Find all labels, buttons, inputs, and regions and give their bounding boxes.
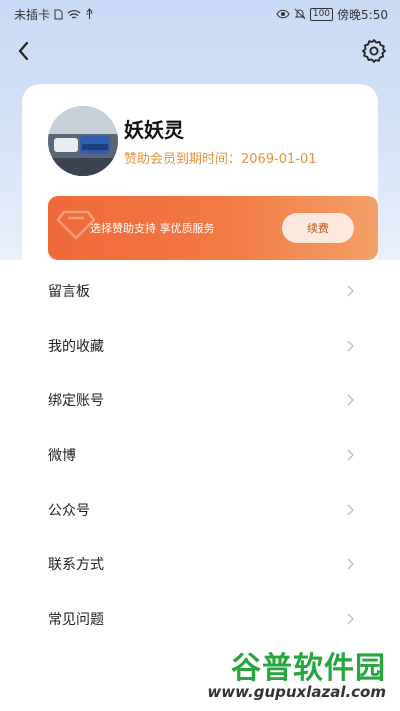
sim-icon bbox=[54, 9, 63, 20]
clock-text: 傍晚5:50 bbox=[337, 7, 388, 22]
banner-text: 选择赞助支持 享优质服务 bbox=[90, 222, 215, 235]
menu-item-faq[interactable]: 常见问题 bbox=[0, 592, 400, 647]
menu-item-label: 我的收藏 bbox=[48, 338, 104, 355]
gear-icon bbox=[362, 39, 386, 63]
usb-icon bbox=[85, 8, 94, 20]
chevron-right-icon bbox=[347, 613, 354, 625]
back-button[interactable] bbox=[12, 38, 38, 64]
status-left: 未插卡 bbox=[14, 6, 94, 23]
avatar[interactable] bbox=[48, 106, 118, 176]
menu-list: 留言板 我的收藏 绑定账号 微博 公众号 联系方式 常见问题 bbox=[0, 264, 400, 647]
battery-indicator: 100 bbox=[309, 7, 334, 21]
chevron-right-icon bbox=[347, 558, 354, 570]
menu-item-weibo[interactable]: 微博 bbox=[0, 428, 400, 483]
membership-expiry: 赞助会员到期时间：2069-01-01 bbox=[124, 152, 317, 167]
menu-item-label: 微博 bbox=[48, 448, 76, 465]
top-nav bbox=[0, 32, 400, 72]
carrier-text: 未插卡 bbox=[14, 7, 51, 22]
watermark-title: 谷普软件园 bbox=[231, 651, 386, 686]
menu-item-message-board[interactable]: 留言板 bbox=[0, 264, 400, 319]
menu-item-label: 公众号 bbox=[48, 502, 90, 519]
chevron-right-icon bbox=[347, 340, 354, 352]
settings-button[interactable] bbox=[360, 37, 388, 65]
menu-item-label: 联系方式 bbox=[48, 557, 104, 574]
menu-item-label: 常见问题 bbox=[48, 611, 104, 628]
menu-item-favorites[interactable]: 我的收藏 bbox=[0, 319, 400, 374]
renew-button[interactable]: 续费 bbox=[282, 213, 354, 243]
menu-item-label: 绑定账号 bbox=[48, 393, 104, 410]
chevron-right-icon bbox=[347, 395, 354, 406]
status-bar: 未插卡 100 傍晚5:50 bbox=[0, 0, 400, 28]
watermark-url: www.gupuxlazal.com bbox=[207, 683, 386, 701]
sponsor-banner[interactable]: 选择赞助支持 享优质服务 续费 bbox=[48, 196, 378, 260]
watermark: 谷普软件园 www.gupuxlazal.com bbox=[200, 643, 386, 707]
menu-item-label: 留言板 bbox=[48, 284, 90, 301]
profile-card: 妖妖灵 赞助会员到期时间：2069-01-01 选择赞助支持 享优质服务 续费 bbox=[22, 84, 378, 274]
chevron-right-icon bbox=[347, 285, 354, 297]
chevron-right-icon bbox=[347, 504, 354, 516]
chevron-left-icon bbox=[18, 41, 29, 61]
mute-bell-icon bbox=[294, 8, 306, 20]
menu-item-bind-account[interactable]: 绑定账号 bbox=[0, 373, 400, 428]
eye-icon bbox=[276, 9, 290, 19]
menu-item-contact[interactable]: 联系方式 bbox=[0, 537, 400, 592]
wifi-icon bbox=[67, 9, 81, 20]
status-right: 100 傍晚5:50 bbox=[276, 6, 388, 23]
chevron-right-icon bbox=[347, 449, 354, 461]
user-name: 妖妖灵 bbox=[124, 118, 184, 142]
menu-item-official-account[interactable]: 公众号 bbox=[0, 482, 400, 537]
